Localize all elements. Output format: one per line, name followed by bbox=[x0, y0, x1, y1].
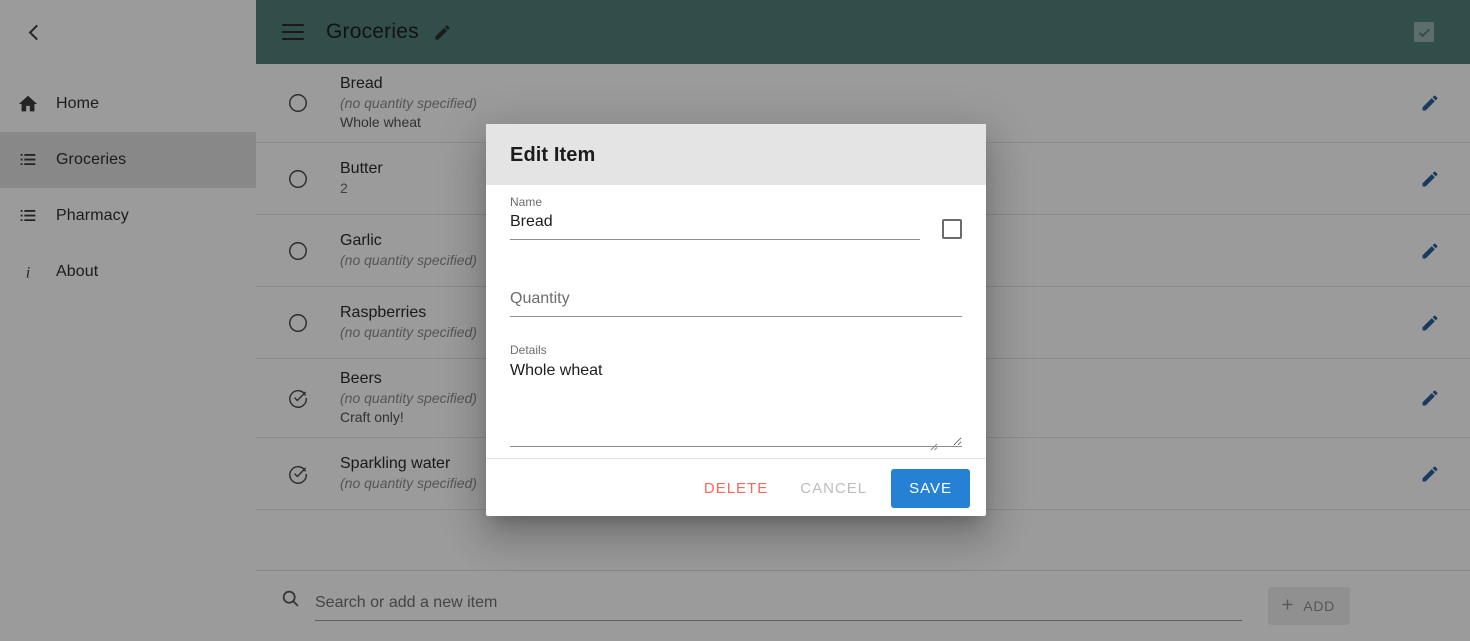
details-field-label: Details bbox=[510, 343, 962, 357]
dialog-actions: DELETE CANCEL SAVE bbox=[486, 458, 986, 520]
delete-button[interactable]: DELETE bbox=[690, 470, 782, 507]
cancel-button[interactable]: CANCEL bbox=[786, 470, 881, 507]
details-textarea[interactable] bbox=[510, 359, 962, 447]
item-checked-checkbox[interactable] bbox=[942, 219, 962, 239]
save-button[interactable]: SAVE bbox=[891, 469, 970, 508]
quantity-field-group bbox=[510, 288, 962, 317]
app-root: Home Groceries Pharmacy i About bbox=[0, 0, 1470, 641]
name-field-group: Name bbox=[510, 195, 920, 240]
details-field-group: Details bbox=[510, 343, 962, 452]
name-row: Name bbox=[510, 195, 962, 246]
edit-item-dialog: Edit Item Name Details DELET bbox=[486, 124, 986, 516]
dialog-body: Name Details bbox=[486, 185, 986, 458]
name-field-label: Name bbox=[510, 195, 920, 209]
dialog-title: Edit Item bbox=[486, 124, 986, 185]
name-input[interactable] bbox=[510, 211, 920, 240]
quantity-input[interactable] bbox=[510, 288, 962, 317]
